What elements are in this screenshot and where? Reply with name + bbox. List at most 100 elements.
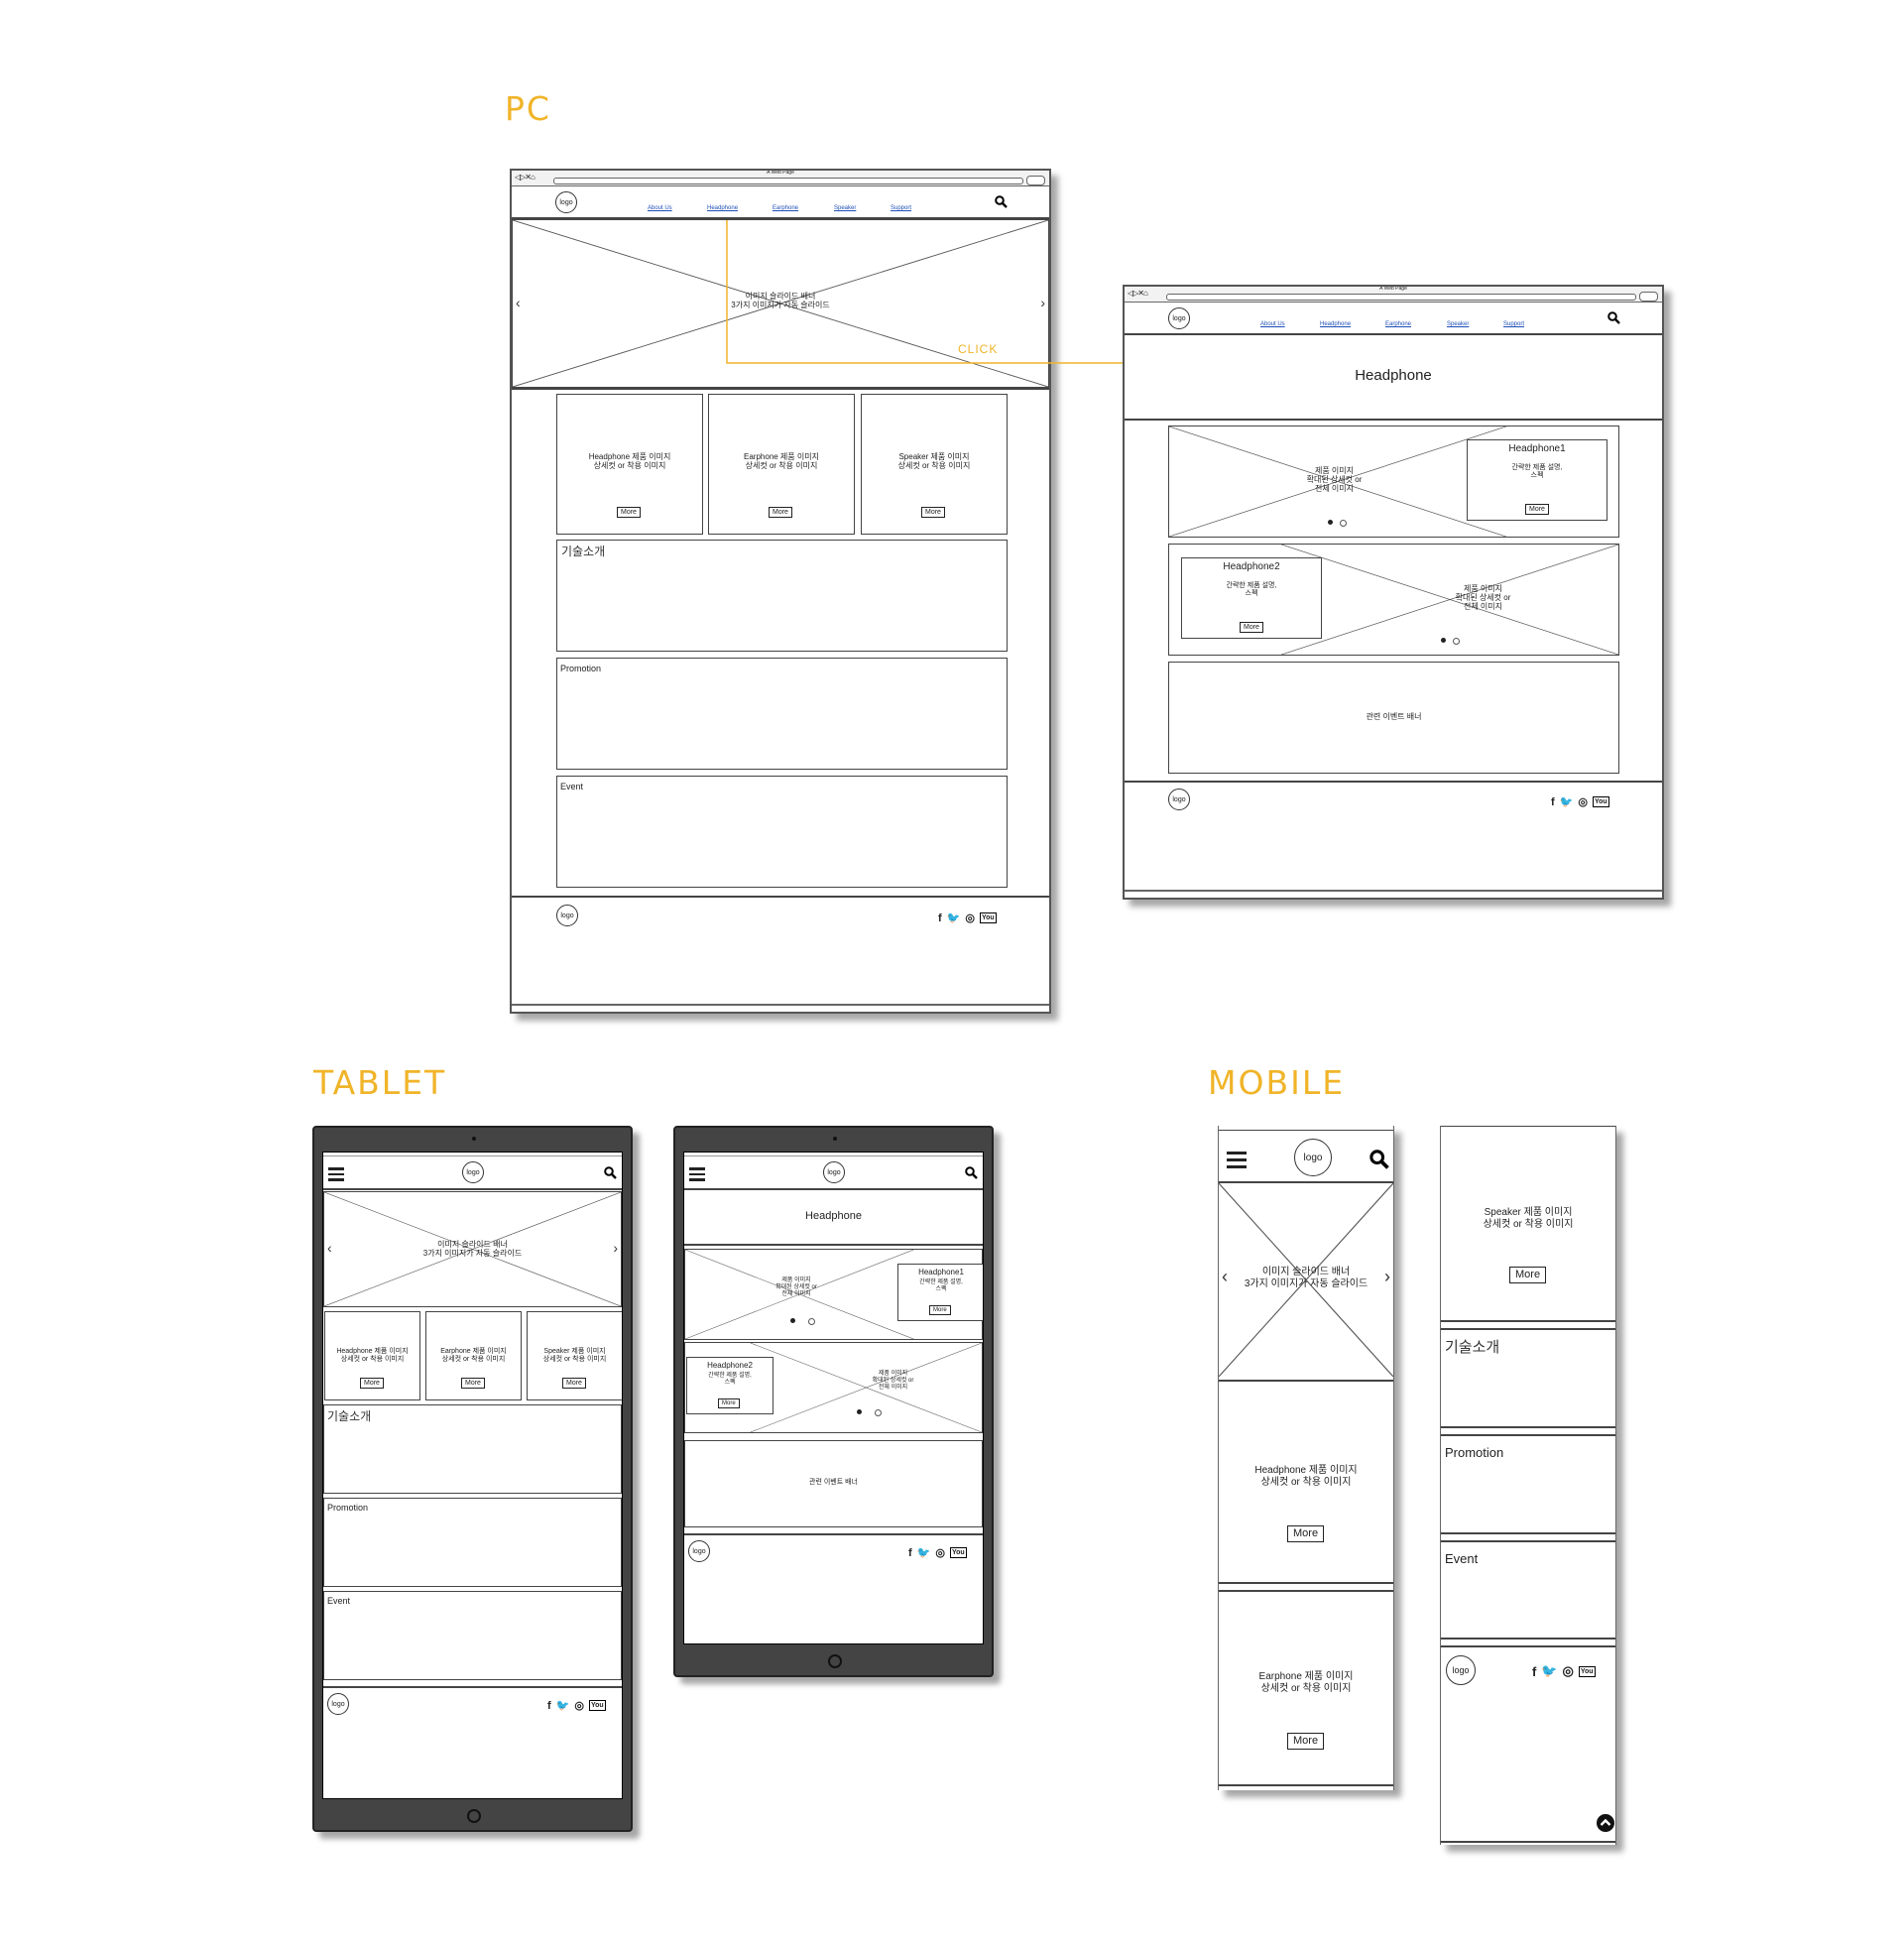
product-image-text: 제품 이미지 확대된 상세컷 or 전체 이미지	[1455, 584, 1511, 612]
footer-logo[interactable]: logo	[327, 1693, 349, 1715]
slide-dot[interactable]	[1340, 520, 1347, 527]
youtube-icon[interactable]: You	[949, 1547, 967, 1558]
youtube-icon[interactable]: You	[1578, 1665, 1596, 1677]
slide-dot[interactable]	[808, 1318, 815, 1325]
slide-dot-active[interactable]	[1328, 520, 1333, 525]
footer-logo[interactable]: logo	[1446, 1655, 1476, 1685]
logo[interactable]: logo	[823, 1161, 845, 1183]
home-button-icon[interactable]	[467, 1809, 481, 1823]
product-card-earphone[interactable]: Earphone 제품 이미지 상세컷 or 착용 이미지 More	[1219, 1594, 1393, 1782]
search-icon[interactable]	[1369, 1150, 1389, 1169]
product-card-text: Headphone 제품 이미지 상세컷 or 착용 이미지	[336, 1348, 409, 1364]
twitter-icon[interactable]: 🐦	[1541, 1663, 1557, 1679]
browser-search-box[interactable]	[1639, 292, 1658, 302]
hamburger-menu-icon[interactable]	[689, 1167, 705, 1184]
hero-slider-banner[interactable]: 이미지 슬라이드 배너 3가지 이미지가 자동 슬라이드 ‹ ›	[1219, 1183, 1393, 1377]
youtube-icon[interactable]: You	[1592, 796, 1609, 807]
slider-prev-arrow-icon[interactable]: ‹	[327, 1240, 332, 1256]
product-slide-headphone2[interactable]: 제품 이미지 확대된 상세컷 or 전체 이미지 Headphone2 간략한 …	[1168, 544, 1619, 656]
slide-dot[interactable]	[875, 1409, 882, 1416]
product-card-headphone[interactable]: Headphone 제품 이미지 상세컷 or 착용 이미지 More	[1219, 1384, 1393, 1572]
product-slide-headphone2[interactable]: 제품 이미지 확대된 상세컷 or 전체 이미지 Headphone2 간략한 …	[684, 1342, 983, 1433]
youtube-icon[interactable]: You	[588, 1700, 606, 1711]
footer-logo[interactable]: logo	[688, 1540, 710, 1562]
more-button[interactable]: More	[1509, 1267, 1547, 1283]
nav-link-headphone[interactable]: Headphone	[1320, 321, 1351, 327]
instagram-icon[interactable]: ◎	[965, 911, 975, 924]
more-button[interactable]: More	[1525, 504, 1549, 515]
instagram-icon[interactable]: ◎	[1563, 1663, 1574, 1679]
hamburger-menu-icon[interactable]	[328, 1167, 344, 1184]
event-banner[interactable]: 관련 이벤트 배너	[1168, 662, 1619, 774]
more-button[interactable]: More	[617, 507, 641, 518]
product-name: Headphone1	[918, 1268, 964, 1276]
social-links: f 🐦 ◎ You	[938, 911, 997, 924]
footer-logo[interactable]: logo	[556, 905, 578, 926]
product-card-headphone[interactable]: Headphone 제품 이미지 상세컷 or 착용 이미지 More	[324, 1311, 420, 1400]
twitter-icon[interactable]: 🐦	[947, 911, 961, 924]
facebook-icon[interactable]: f	[1532, 1664, 1536, 1679]
status-bar	[684, 1153, 983, 1156]
nav-link-earphone[interactable]: Earphone	[1385, 321, 1411, 327]
instagram-icon[interactable]: ◎	[574, 1699, 584, 1712]
facebook-icon[interactable]: f	[938, 912, 942, 924]
event-banner[interactable]: 관련 이벤트 배너	[684, 1440, 983, 1527]
slider-next-arrow-icon[interactable]: ›	[613, 1240, 618, 1256]
logo[interactable]: logo	[462, 1161, 484, 1183]
event-banner-text: 관련 이벤트 배너	[1366, 712, 1422, 721]
more-button[interactable]: More	[929, 1305, 951, 1315]
tablet-home-screen: logo 이미지 슬라이드 배너 3가지 이미지가 자동 슬라이드 ‹ › He…	[322, 1152, 623, 1799]
more-button[interactable]: More	[562, 1378, 586, 1389]
hero-slider-banner[interactable]: 이미지 슬라이드 배너 3가지 이미지가 자동 슬라이드 ‹ ›	[323, 1191, 622, 1307]
footer-divider	[684, 1533, 983, 1535]
slider-next-arrow-icon[interactable]: ›	[1384, 1267, 1390, 1287]
more-button[interactable]: More	[1240, 622, 1263, 633]
product-card-speaker[interactable]: Speaker 제품 이미지 상세컷 or 착용 이미지 More	[861, 394, 1008, 535]
product-slide-headphone1[interactable]: 제품 이미지 확대된 상세컷 or 전체 이미지 Headphone1 간략한 …	[684, 1249, 983, 1340]
slide-dot[interactable]	[1453, 638, 1460, 645]
nav-link-about-us[interactable]: About Us	[1260, 321, 1285, 327]
hamburger-menu-icon[interactable]	[1227, 1152, 1247, 1171]
slide-dot-active[interactable]	[790, 1318, 795, 1323]
twitter-icon[interactable]: 🐦	[556, 1699, 570, 1712]
home-button-icon[interactable]	[828, 1654, 842, 1668]
slide-dot-active[interactable]	[1441, 638, 1446, 643]
search-icon[interactable]	[1607, 311, 1620, 324]
more-button[interactable]: More	[461, 1378, 485, 1389]
search-icon[interactable]	[604, 1166, 617, 1179]
twitter-icon[interactable]: 🐦	[917, 1546, 931, 1559]
instagram-icon[interactable]: ◎	[935, 1546, 945, 1559]
product-card-earphone[interactable]: Earphone 제품 이미지 상세컷 or 착용 이미지 More	[708, 394, 855, 535]
facebook-icon[interactable]: f	[1551, 796, 1555, 808]
product-card-speaker[interactable]: Speaker 제품 이미지 상세컷 or 착용 이미지 More	[527, 1311, 622, 1400]
tablet-home-device: logo 이미지 슬라이드 배너 3가지 이미지가 자동 슬라이드 ‹ › He…	[312, 1126, 633, 1832]
tech-section: 기술소개	[556, 540, 1008, 652]
more-button[interactable]: More	[360, 1378, 384, 1389]
logo[interactable]: logo	[1168, 307, 1190, 329]
status-bar-divider	[1219, 1130, 1393, 1131]
facebook-icon[interactable]: f	[908, 1547, 912, 1559]
facebook-icon[interactable]: f	[547, 1700, 551, 1712]
more-button[interactable]: More	[921, 507, 945, 518]
product-card-speaker[interactable]: Speaker 제품 이미지 상세컷 or 착용 이미지 More	[1441, 1130, 1615, 1318]
instagram-icon[interactable]: ◎	[1578, 795, 1588, 808]
nav-link-speaker[interactable]: Speaker	[1447, 321, 1469, 327]
product-slide-headphone1[interactable]: 제품 이미지 확대된 상세컷 or 전체 이미지 Headphone1 간략한 …	[1168, 425, 1619, 538]
more-button[interactable]: More	[718, 1398, 740, 1408]
scroll-top-icon[interactable]	[1596, 1813, 1615, 1833]
more-button[interactable]: More	[769, 507, 792, 518]
footer-logo[interactable]: logo	[1168, 789, 1190, 810]
product-card-earphone[interactable]: Earphone 제품 이미지 상세컷 or 착용 이미지 More	[425, 1311, 522, 1400]
logo[interactable]: logo	[1294, 1139, 1332, 1176]
slide-dot-active[interactable]	[857, 1409, 862, 1414]
twitter-icon[interactable]: 🐦	[1560, 795, 1574, 808]
search-icon[interactable]	[965, 1166, 978, 1179]
more-button[interactable]: More	[1287, 1525, 1325, 1542]
slider-prev-arrow-icon[interactable]: ‹	[1222, 1267, 1228, 1287]
nav-link-support[interactable]: Support	[1503, 321, 1524, 327]
product-card-headphone[interactable]: Headphone 제품 이미지 상세컷 or 착용 이미지 More	[556, 394, 703, 535]
url-bar[interactable]	[1166, 294, 1636, 301]
nav-bar: logo About Us Headphone Earphone Speaker…	[1125, 303, 1662, 335]
more-button[interactable]: More	[1287, 1733, 1325, 1750]
youtube-icon[interactable]: You	[979, 912, 997, 923]
